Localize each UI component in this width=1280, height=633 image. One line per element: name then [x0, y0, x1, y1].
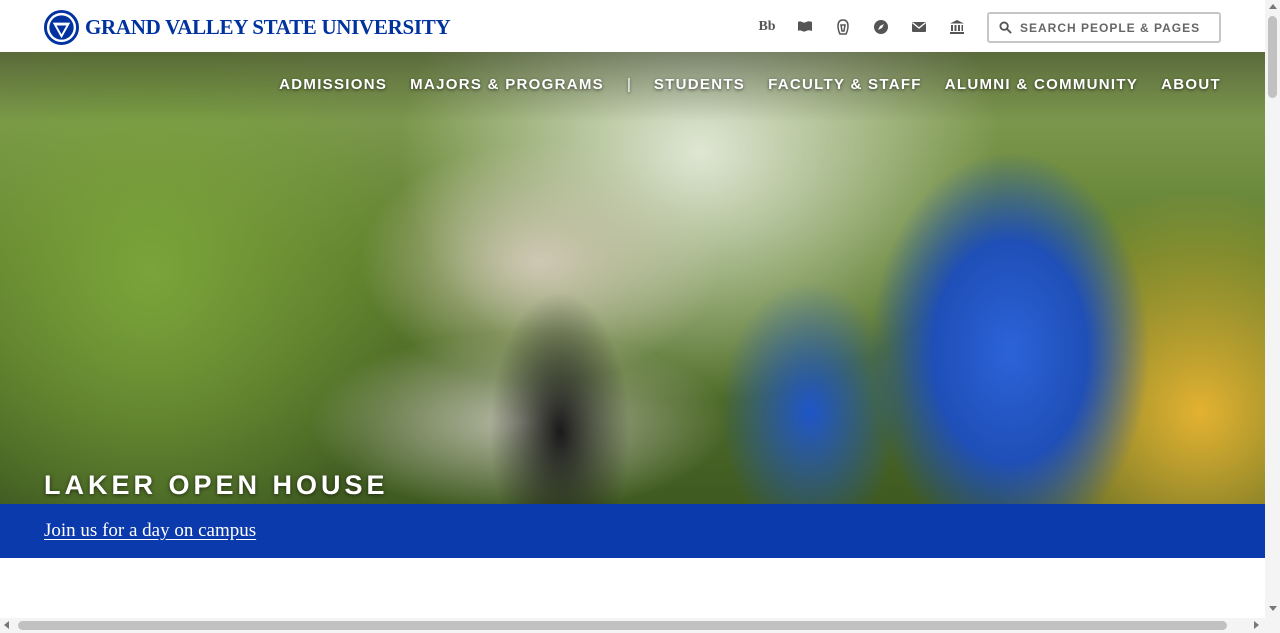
flag-icon[interactable] — [786, 16, 824, 38]
hero-link[interactable]: Join us for a day on campus — [44, 520, 256, 542]
nav-separator: | — [626, 76, 631, 93]
scroll-up-icon[interactable] — [1269, 4, 1277, 9]
logo-text: GRAND VALLEY STATE UNIVERSITY — [85, 14, 451, 39]
scroll-left-icon[interactable] — [4, 621, 9, 629]
nav-alumni-community[interactable]: ALUMNI & COMMUNITY — [945, 76, 1138, 93]
main-nav: ADMISSIONS MAJORS & PROGRAMS | STUDENTS … — [279, 76, 1221, 93]
blackboard-icon[interactable]: Bb — [748, 16, 786, 38]
blackboard-label: Bb — [758, 19, 776, 34]
hero-banner: ADMISSIONS MAJORS & PROGRAMS | STUDENTS … — [0, 52, 1265, 504]
nav-admissions[interactable]: ADMISSIONS — [279, 76, 387, 93]
scroll-right-icon[interactable] — [1254, 621, 1259, 629]
gvsu-seal-icon — [44, 9, 79, 45]
laker-icon[interactable] — [824, 16, 862, 38]
horizontal-scrollbar[interactable] — [0, 618, 1265, 633]
vertical-scrollbar[interactable] — [1265, 0, 1280, 633]
horizontal-scroll-thumb[interactable] — [18, 621, 1227, 630]
search-box[interactable] — [987, 12, 1221, 43]
bank-icon[interactable] — [938, 16, 976, 38]
site-header: GRAND VALLEY STATE UNIVERSITY Bb — [0, 0, 1265, 52]
nav-students[interactable]: STUDENTS — [654, 76, 745, 93]
hero-link-band: Join us for a day on campus — [0, 504, 1265, 558]
nav-about[interactable]: ABOUT — [1161, 76, 1221, 93]
page: GRAND VALLEY STATE UNIVERSITY Bb SEARCH … — [0, 0, 1280, 633]
compass-icon[interactable] — [862, 16, 900, 38]
nav-majors-programs[interactable]: MAJORS & PROGRAMS — [410, 76, 604, 93]
search-icon — [999, 21, 1012, 34]
vertical-scroll-thumb[interactable] — [1268, 16, 1277, 98]
scroll-down-icon[interactable] — [1269, 606, 1277, 611]
search-input[interactable] — [1020, 20, 1200, 35]
nav-faculty-staff[interactable]: FACULTY & STAFF — [768, 76, 922, 93]
hero-title: LAKER OPEN HOUSE — [44, 470, 389, 500]
mail-icon[interactable] — [900, 16, 938, 38]
gvsu-logo[interactable]: GRAND VALLEY STATE UNIVERSITY — [44, 9, 451, 45]
utility-links: Bb — [748, 16, 976, 38]
